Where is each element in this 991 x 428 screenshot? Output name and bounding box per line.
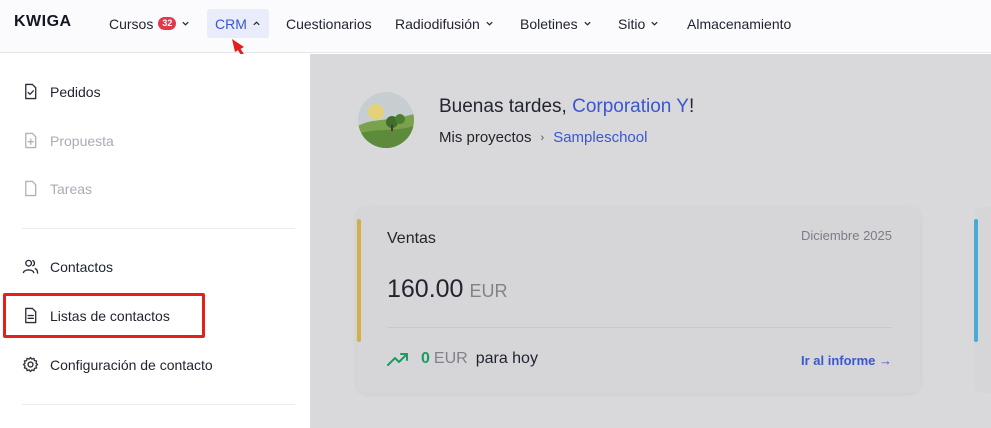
sidebar-item-label: Propuesta [50,132,114,149]
chevron-right-icon: › [540,131,545,144]
chevron-down-icon [651,21,658,26]
sales-card-period: Diciembre 2025 [800,228,892,243]
sidebar-item-pedidos[interactable]: Pedidos [22,83,101,100]
greeting-suffix: ! [688,96,695,117]
sales-card-title: Ventas [387,230,436,247]
sales-amount: 160.00 EUR [387,275,507,304]
crm-sidebar: Pedidos Propuesta Tareas Contactos Lista… [0,54,310,428]
red-highlight-box [3,293,205,338]
users-icon [22,259,39,274]
nav-cuestionarios[interactable]: Cuestionarios [278,9,380,38]
chevron-down-icon [182,21,189,26]
sales-amount-value: 160.00 [387,275,464,303]
dashboard-main: Buenas tardes, Corporation Y! Mis proyec… [310,54,991,428]
sales-card-accent-bar [357,219,361,342]
nav-crm[interactable]: CRM [207,9,269,38]
nav-cursos[interactable]: Cursos 32 [101,9,198,38]
sidebar-item-label: Tareas [50,180,93,197]
nav-sitio-label: Sitio [618,15,646,32]
sales-today-currency: EUR [433,350,468,367]
company-name-link[interactable]: Corporation Y [572,96,689,117]
task-document-icon [25,180,37,197]
nav-radiodifusion[interactable]: Radiodifusión [387,9,502,38]
breadcrumb: Mis proyectos › Sampleschool [439,129,647,146]
breadcrumb-current-project[interactable]: Sampleschool [553,129,647,146]
sales-card: Ventas Diciembre 2025 160.00 EUR 0 EUR pa… [357,207,920,393]
breadcrumb-root[interactable]: Mis proyectos [439,129,532,146]
greeting-heading: Buenas tardes, Corporation Y! [439,96,694,118]
top-navigation-bar: KWIGA Cursos 32 CRM Cuestionarios Radiod… [0,0,991,53]
sidebar-item-label: Contactos [50,258,114,275]
trending-up-icon [387,353,408,366]
sales-today-label: para hoy [475,350,538,367]
report-link[interactable]: Ir al informe → [801,353,892,368]
sidebar-item-tareas[interactable]: Tareas [22,180,92,197]
nav-radiodifusion-label: Radiodifusión [395,15,480,32]
secondary-card [974,207,991,393]
nav-cuestionarios-label: Cuestionarios [286,15,372,32]
kwiga-logo[interactable]: KWIGA [14,13,72,31]
sales-card-divider [387,327,892,328]
nav-cursos-label: Cursos [109,15,154,32]
order-document-icon [25,83,37,100]
sidebar-item-configuracion-de-contacto[interactable]: Configuración de contacto [22,356,213,373]
secondary-card-accent-bar [974,219,978,342]
nav-almacenamiento[interactable]: Almacenamiento [679,9,799,38]
sidebar-item-label: Configuración de contacto [50,356,213,373]
project-avatar[interactable] [358,92,414,148]
sidebar-divider [22,228,295,229]
chevron-down-icon [583,21,591,26]
sidebar-item-contactos[interactable]: Contactos [22,258,113,275]
sales-amount-currency: EUR [469,281,508,301]
nav-almacenamiento-label: Almacenamiento [687,15,792,32]
cursos-count-badge: 32 [158,17,177,30]
sidebar-item-propuesta[interactable]: Propuesta [22,132,114,149]
nav-boletines-label: Boletines [520,15,578,32]
nav-crm-label: CRM [215,15,247,32]
nav-sitio[interactable]: Sitio [610,9,667,38]
sidebar-divider [22,404,295,405]
landscape-illustration [358,92,414,148]
sidebar-item-label: Pedidos [50,83,101,100]
proposal-document-icon [25,132,37,149]
nav-boletines[interactable]: Boletines [512,9,600,38]
gear-icon [22,356,39,373]
chevron-up-icon [253,21,260,26]
sales-today-value: 0 [421,350,430,367]
chevron-down-icon [486,21,493,26]
sales-today: 0 EUR para hoy [387,350,538,368]
greeting-prefix: Buenas tardes, [439,96,573,117]
